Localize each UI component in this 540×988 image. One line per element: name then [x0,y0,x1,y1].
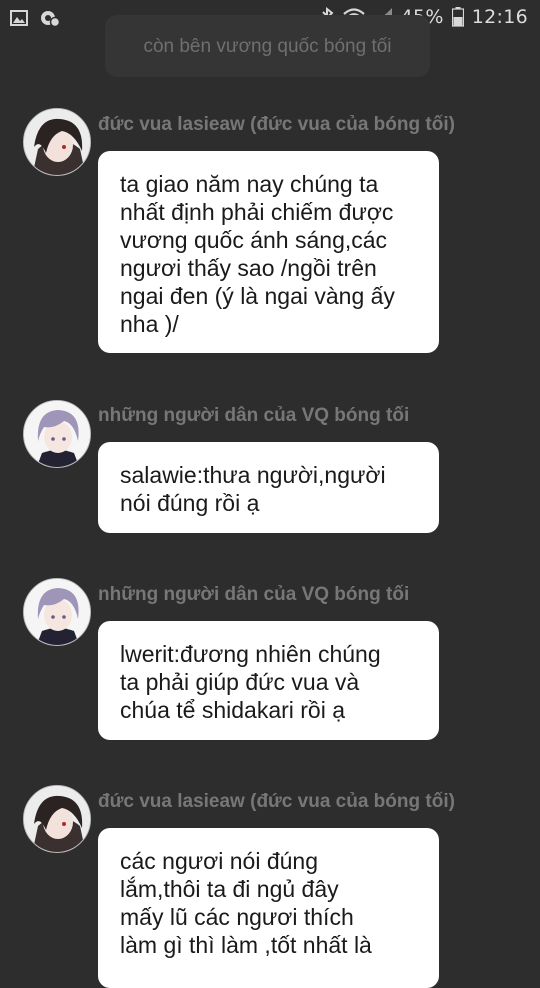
scene-caption: còn bên vương quốc bóng tối [105,15,430,77]
settings-notification-icon [40,9,60,27]
lilac-haired-avatar-icon [24,401,90,467]
avatar[interactable] [23,108,91,176]
avatar[interactable] [23,400,91,468]
sender-name: đức vua lasieaw (đức vua của bóng tối) [98,114,455,135]
avatar[interactable] [23,785,91,853]
dark-haired-avatar-icon [24,109,90,175]
battery-icon [451,7,464,27]
lilac-haired-avatar-icon [24,579,90,645]
gallery-icon [10,10,28,26]
dark-haired-avatar-icon [24,786,90,852]
sender-name: những người dân của VQ bóng tối [98,584,410,605]
clock: 12:16 [471,6,528,28]
message-bubble: các ngươi nói đúng lắm,thôi ta đi ngủ đâ… [98,828,439,988]
sender-name: đức vua lasieaw (đức vua của bóng tối) [98,791,455,812]
message-bubble: lwerit:đương nhiên chúng ta phải giúp đứ… [98,621,439,740]
message-bubble: ta giao năm nay chúng ta nhất định phải … [98,151,439,353]
sender-name: những người dân của VQ bóng tối [98,405,410,426]
message-bubble: salawie:thưa người,người nói đúng rồi ạ [98,442,439,533]
avatar[interactable] [23,578,91,646]
